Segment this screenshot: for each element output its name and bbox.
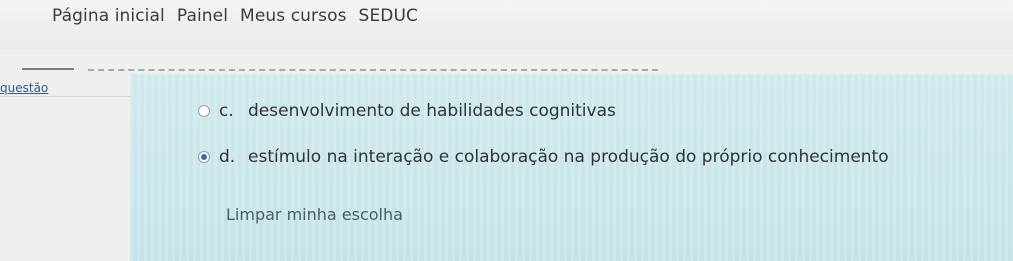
nav-seduc[interactable]: SEDUC (359, 6, 418, 26)
option-c-letter: c. (219, 101, 234, 121)
radio-option-c[interactable] (198, 105, 210, 117)
option-c-text: desenvolvimento de habilidades cognitiva… (248, 101, 616, 121)
nav-home[interactable]: Página inicial (52, 6, 165, 26)
question-link[interactable]: questão (0, 81, 48, 95)
option-d-letter: d. (219, 147, 236, 167)
option-d-text: estímulo na interação e colaboração na p… (248, 147, 889, 167)
nav-my-courses[interactable]: Meus cursos (240, 6, 347, 26)
left-divider (22, 68, 74, 70)
nav-dashboard[interactable]: Painel (177, 6, 228, 26)
answer-option-c[interactable]: c. desenvolvimento de habilidades cognit… (198, 101, 616, 121)
left-divider-box (0, 96, 130, 115)
radio-option-d[interactable] (198, 151, 210, 163)
answer-option-d[interactable]: d. estímulo na interação e colaboração n… (198, 147, 889, 167)
clear-choice-link[interactable]: Limpar minha escolha (226, 205, 403, 224)
dashed-divider (88, 69, 658, 71)
nav-menu: Página inicial Painel Meus cursos SEDUC (52, 6, 418, 26)
top-navbar: Página inicial Painel Meus cursos SEDUC (0, 0, 1013, 50)
